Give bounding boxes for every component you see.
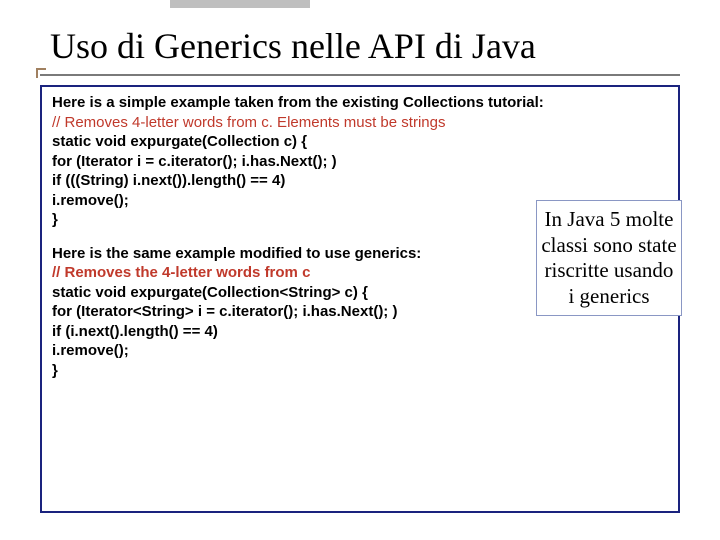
title-underline	[40, 74, 680, 76]
code2-line3: if (i.next().length() == 4)	[52, 322, 668, 342]
code2-line4: i.remove();	[52, 341, 668, 361]
code1-line2: for (Iterator i = c.iterator(); i.has.Ne…	[52, 152, 668, 172]
slide: Uso di Generics nelle API di Java Here i…	[0, 0, 720, 540]
slide-title: Uso di Generics nelle API di Java	[50, 25, 536, 67]
code1-line1: static void expurgate(Collection c) {	[52, 132, 668, 152]
corner-decoration	[36, 68, 46, 78]
code2-line5: }	[52, 361, 668, 381]
intro-text-1: Here is a simple example taken from the …	[52, 93, 668, 113]
code1-line3: if (((String) i.next()).length() == 4)	[52, 171, 668, 191]
code1-comment: // Removes 4-letter words from c. Elemen…	[52, 113, 668, 133]
top-shadow	[170, 0, 310, 8]
callout-box: In Java 5 molte classi sono state riscri…	[536, 200, 682, 316]
